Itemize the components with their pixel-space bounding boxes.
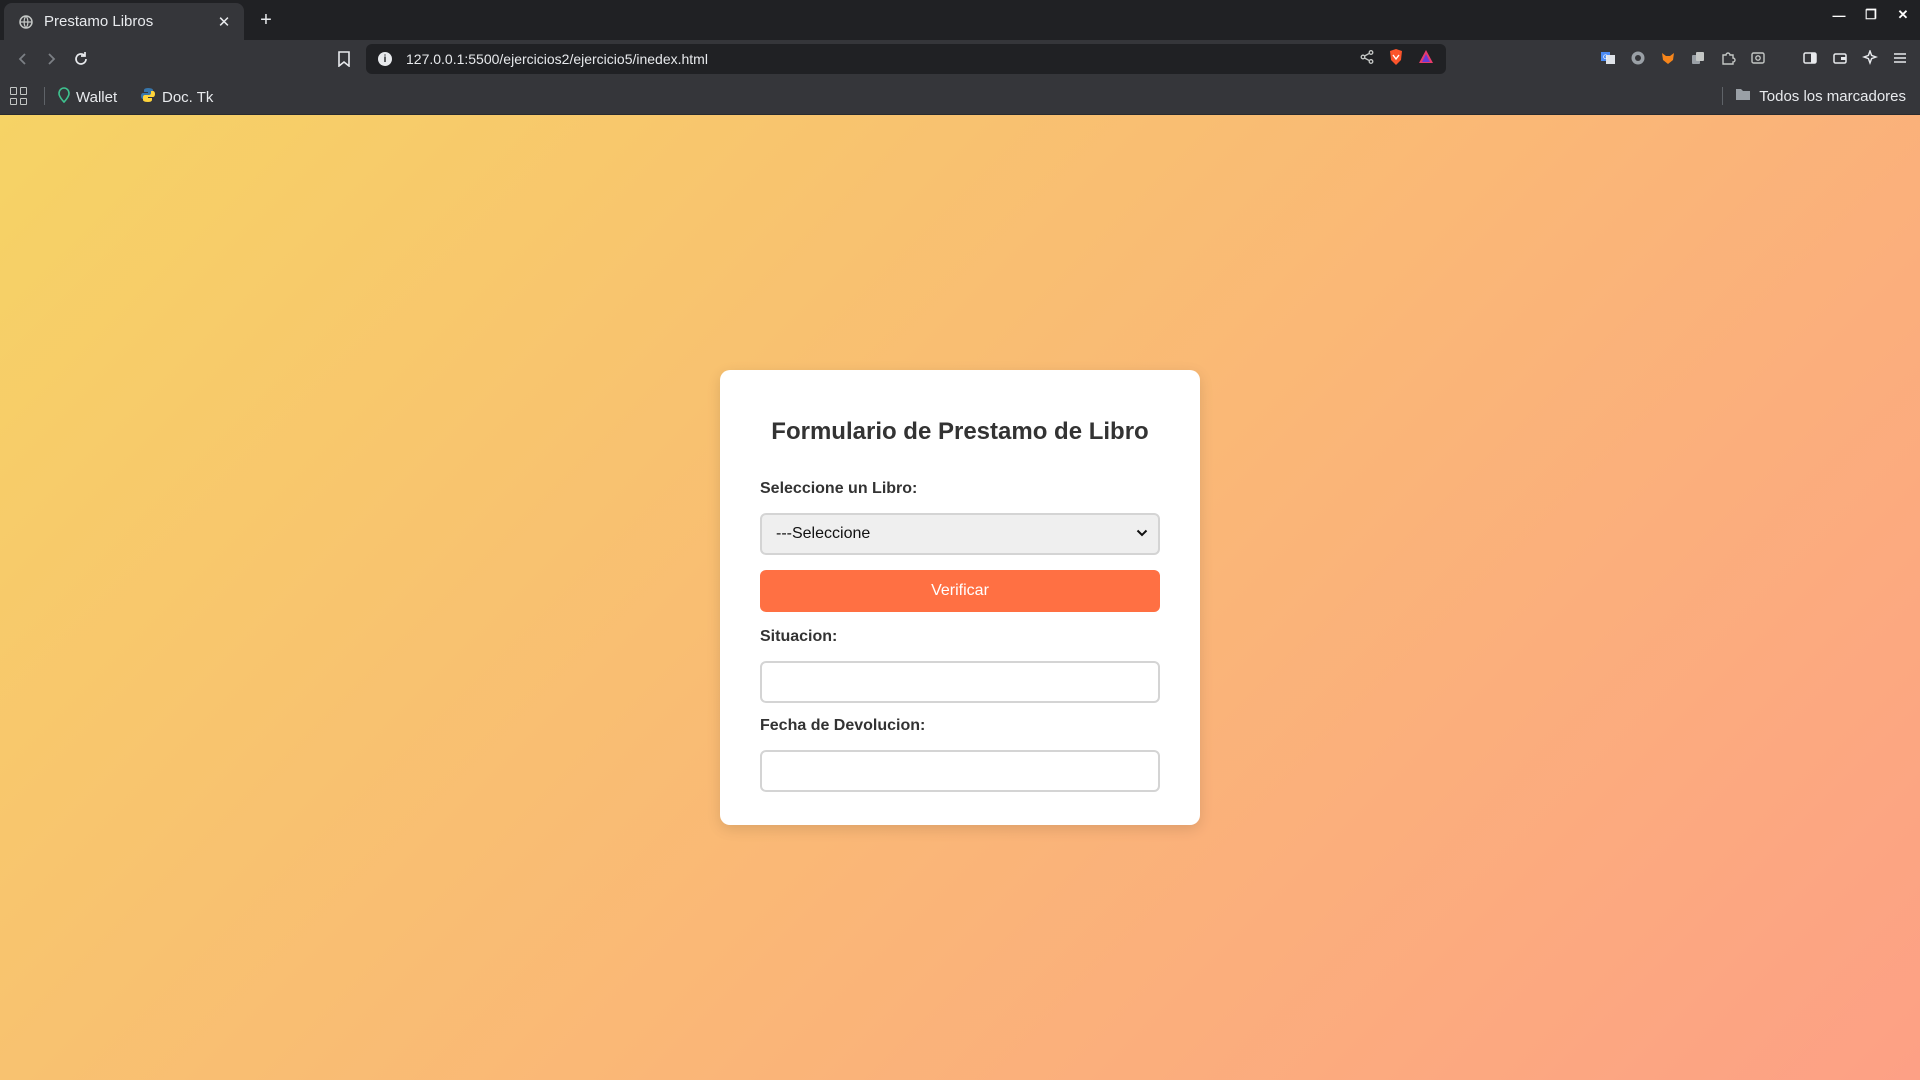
brave-shield-icon[interactable] — [1388, 48, 1404, 71]
all-bookmarks-button[interactable]: Todos los marcadores — [1735, 87, 1906, 105]
form-title: Formulario de Prestamo de Libro — [771, 418, 1149, 445]
window-controls: — ❐ ✕ — [1830, 6, 1912, 24]
brave-rewards-icon[interactable] — [1418, 49, 1434, 70]
restore-icon[interactable]: ❐ — [1862, 6, 1880, 24]
status-field[interactable] — [760, 661, 1160, 703]
apps-grid-icon[interactable] — [10, 87, 28, 105]
book-select[interactable]: ---Seleccione — [760, 513, 1160, 555]
wallet-toolbar-icon[interactable] — [1830, 48, 1850, 68]
python-icon — [140, 87, 156, 107]
verify-button[interactable]: Verificar — [760, 570, 1160, 612]
back-icon[interactable] — [12, 48, 34, 70]
tab-strip: Prestamo Libros ✕ + — ❐ ✕ — [0, 0, 1920, 40]
browser-toolbar: i 127.0.0.1:5500/ejercicios2/ejercicio5/… — [0, 40, 1920, 78]
leo-ai-icon[interactable] — [1860, 48, 1880, 68]
menu-icon[interactable] — [1890, 48, 1910, 68]
tab-prestamo-libros[interactable]: Prestamo Libros ✕ — [4, 3, 244, 40]
close-window-icon[interactable]: ✕ — [1894, 6, 1912, 24]
extensions-row: G — [1598, 48, 1910, 68]
all-bookmarks-label: Todos los marcadores — [1759, 87, 1906, 105]
screenshot-icon[interactable] — [1748, 48, 1768, 68]
circle-extension-icon[interactable] — [1628, 48, 1648, 68]
loan-form-card: Formulario de Prestamo de Libro Seleccio… — [720, 370, 1200, 825]
bookmarks-divider — [44, 87, 45, 105]
bookmark-label: Wallet — [76, 88, 118, 106]
forward-icon[interactable] — [40, 48, 62, 70]
new-tab-button[interactable]: + — [254, 8, 278, 32]
sidebar-icon[interactable] — [1800, 48, 1820, 68]
page-viewport: Formulario de Prestamo de Libro Seleccio… — [0, 115, 1920, 1080]
wallet-icon — [58, 87, 70, 107]
status-label: Situacion: — [760, 628, 838, 645]
stack-extension-icon[interactable] — [1688, 48, 1708, 68]
tab-title: Prestamo Libros — [44, 13, 154, 30]
return-date-field[interactable] — [760, 750, 1160, 792]
book-select-label: Seleccione un Libro: — [760, 480, 918, 497]
return-date-label: Fecha de Devolucion: — [760, 717, 926, 734]
bookmark-wallet[interactable]: Wallet — [58, 87, 117, 107]
fox-extension-icon[interactable] — [1658, 48, 1678, 68]
bookmark-icon[interactable] — [333, 48, 355, 70]
puzzle-icon[interactable] — [1718, 48, 1738, 68]
svg-text:G: G — [1603, 54, 1608, 61]
site-info-icon[interactable]: i — [378, 52, 392, 66]
bookmarks-divider-right — [1722, 87, 1723, 105]
reload-icon[interactable] — [70, 48, 92, 70]
bookmarks-bar: Wallet Doc. Tk Todos los marcadores — [0, 78, 1920, 115]
book-select-value: ---Seleccione — [776, 525, 871, 542]
bookmark-label: Doc. Tk — [162, 88, 214, 106]
globe-icon — [18, 14, 34, 30]
share-icon[interactable] — [1360, 49, 1374, 69]
minimize-icon[interactable]: — — [1830, 6, 1848, 24]
folder-icon — [1735, 87, 1751, 105]
url-text[interactable]: 127.0.0.1:5500/ejercicios2/ejercicio5/in… — [406, 51, 1360, 67]
chevron-down-icon — [1136, 527, 1148, 541]
address-bar[interactable]: i 127.0.0.1:5500/ejercicios2/ejercicio5/… — [366, 44, 1446, 74]
close-tab-icon[interactable]: ✕ — [214, 12, 234, 32]
bookmark-doc-tk[interactable]: Doc. Tk — [140, 87, 213, 107]
translate-icon[interactable]: G — [1598, 48, 1618, 68]
